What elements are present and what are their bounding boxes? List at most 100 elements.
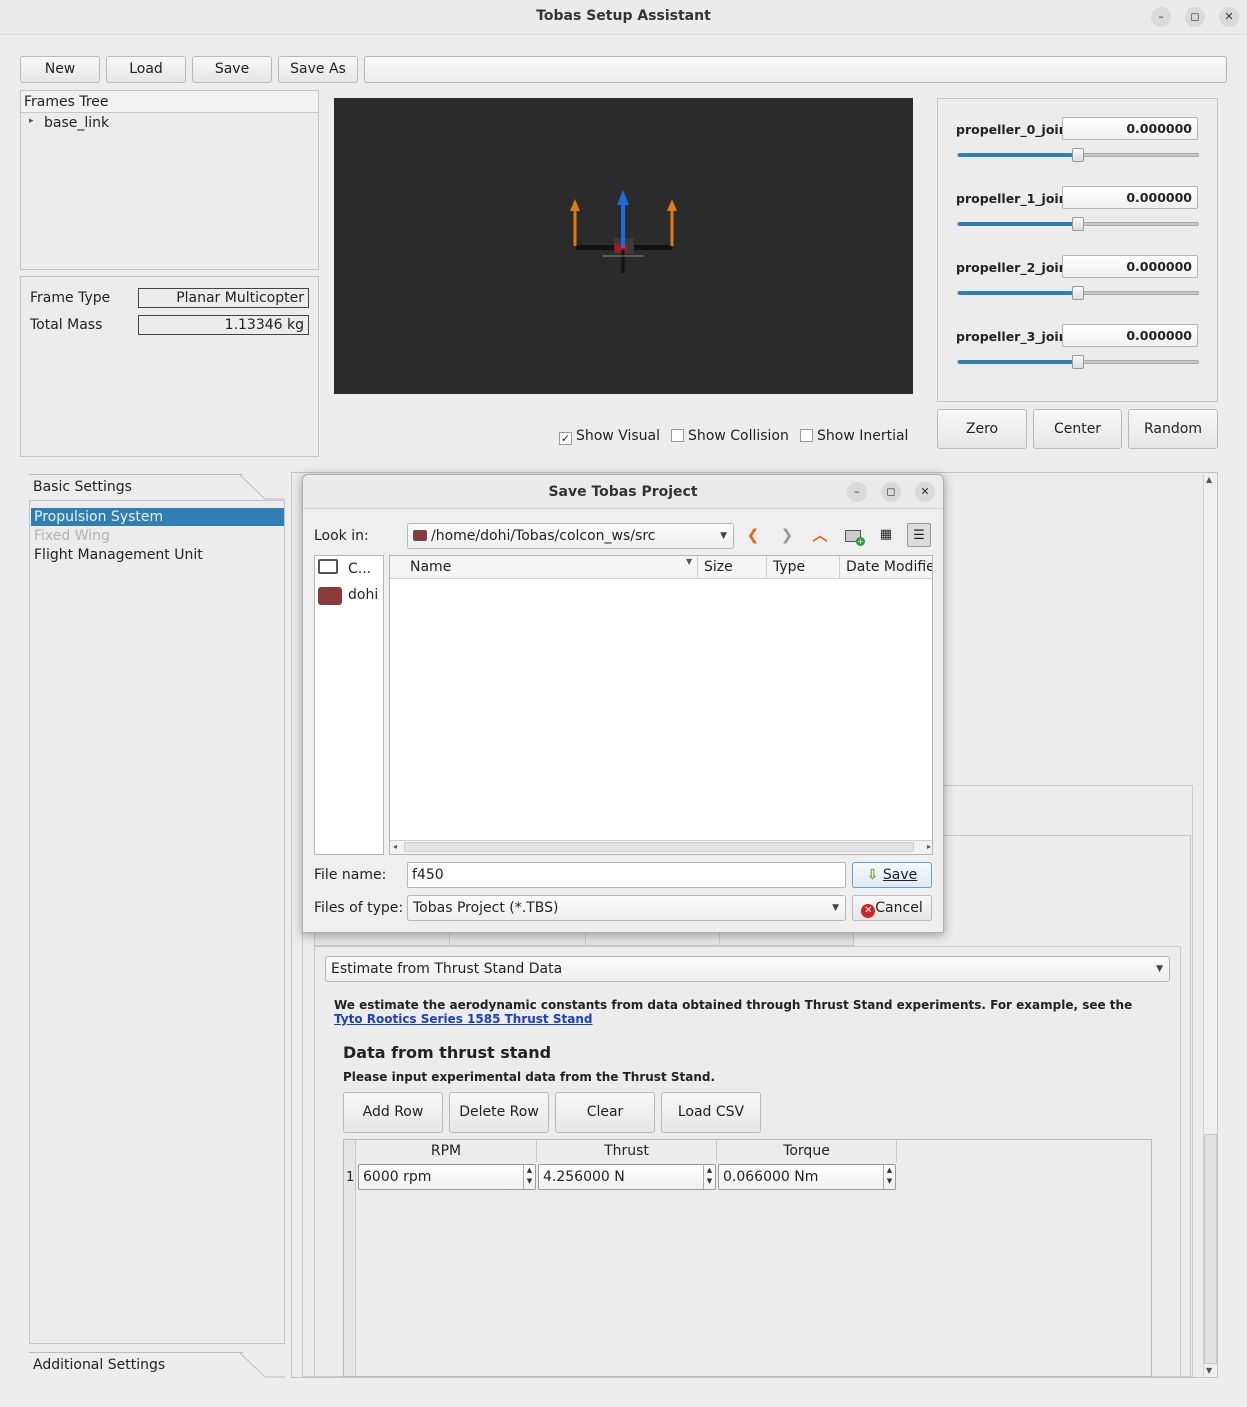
dialog-save-button[interactable]: ⇩ Save	[852, 862, 932, 888]
show-inertial-checkbox[interactable]: Show Inertial	[800, 428, 908, 444]
joint-value-input[interactable]: 0.000000	[1062, 324, 1198, 347]
joint-value-input[interactable]: 0.000000	[1062, 117, 1198, 140]
joint-sliders-panel: propeller_0_joint 0.000000 propeller_1_j…	[937, 98, 1218, 402]
load-button[interactable]: Load	[106, 56, 186, 83]
add-row-button[interactable]: Add Row	[343, 1092, 443, 1133]
place-dohi[interactable]: dohi	[348, 587, 378, 603]
robot-3d-viewport[interactable]	[334, 98, 913, 394]
computer-icon	[318, 559, 338, 574]
minimize-icon[interactable]: –	[1151, 7, 1171, 27]
cancel-icon: ✕	[861, 904, 876, 918]
close-icon[interactable]: ✕	[1219, 7, 1239, 27]
detail-view-icon[interactable]: ☰	[907, 523, 931, 547]
additional-settings-tab[interactable]: Additional Settings	[29, 1352, 243, 1378]
joint-value-input[interactable]: 0.000000	[1062, 255, 1198, 278]
chevron-down-icon: ▼	[720, 531, 727, 541]
frame-type-label: Frame Type	[30, 290, 111, 306]
center-button[interactable]: Center	[1033, 409, 1122, 449]
show-visual-checkbox[interactable]: ✓ Show Visual	[559, 428, 660, 445]
slider-handle[interactable]	[1072, 217, 1084, 231]
list-item-propulsion-system[interactable]: Propulsion System	[31, 508, 284, 526]
section-subtitle: Please input experimental data from the …	[343, 1070, 716, 1084]
tree-item-base-link[interactable]: base_link	[44, 115, 109, 131]
project-path-field[interactable]	[364, 56, 1227, 83]
total-mass-label: Total Mass	[30, 317, 103, 333]
spin-arrows-icon[interactable]: ▲ ▼	[883, 1165, 895, 1189]
content-scrollbar[interactable]: ▲ ▼	[1203, 474, 1217, 1377]
list-item-flight-management-unit[interactable]: Flight Management Unit	[34, 547, 203, 563]
folder-icon	[413, 530, 427, 541]
basic-settings-tab[interactable]: Basic Settings	[29, 474, 243, 500]
save-as-button[interactable]: Save As	[278, 56, 358, 83]
places-sidebar: C... dohi	[314, 555, 384, 855]
delete-row-button[interactable]: Delete Row	[449, 1092, 549, 1133]
estimate-method-select[interactable]: Estimate from Thrust Stand Data ▼	[325, 956, 1170, 982]
spin-arrows-icon[interactable]: ▲ ▼	[703, 1165, 715, 1189]
column-header-date-modified[interactable]: Date Modified	[840, 556, 932, 578]
column-header-size[interactable]: Size	[698, 556, 767, 578]
slider-handle[interactable]	[1072, 355, 1084, 369]
frames-tree-panel: Frames Tree ▸ base_link	[20, 90, 319, 270]
save-project-dialog: Save Tobas Project – ◻ ✕ Look in: /home/…	[302, 474, 944, 933]
file-list[interactable]: Name ▼ Size Type Date Modified ◂ ▸	[389, 555, 933, 855]
window-titlebar: Tobas Setup Assistant – ◻ ✕	[0, 0, 1247, 35]
new-folder-icon[interactable]: +	[841, 523, 865, 547]
file-name-input[interactable]: f450	[407, 862, 846, 888]
total-mass-value: 1.13346 kg	[138, 315, 309, 335]
joint-slider[interactable]	[957, 286, 1199, 300]
new-button[interactable]: New	[20, 56, 100, 83]
column-header-name[interactable]: Name	[390, 556, 698, 578]
random-button[interactable]: Random	[1128, 409, 1218, 449]
zero-button[interactable]: Zero	[937, 409, 1027, 449]
column-header-thrust[interactable]: Thrust	[537, 1140, 717, 1162]
frames-tree-header: Frames Tree	[21, 91, 318, 113]
files-of-type-label: Files of type:	[314, 900, 404, 916]
list-item-fixed-wing: Fixed Wing	[34, 528, 110, 544]
show-collision-checkbox[interactable]: Show Collision	[671, 428, 789, 444]
joint-label: propeller_2_joint	[956, 260, 1074, 275]
dialog-titlebar: Save Tobas Project – ◻ ✕	[303, 475, 943, 509]
maximize-icon[interactable]: ◻	[1185, 7, 1205, 27]
folder-icon	[318, 587, 342, 605]
thrust-cell[interactable]: 4.256000 N ▲ ▼	[538, 1164, 716, 1190]
thrust-data-table: RPM Thrust Torque 1 6000 rpm ▲ ▼ 4.256000 …	[343, 1139, 1152, 1377]
frame-properties-panel: Frame Type Planar Multicopter Total Mass…	[20, 276, 319, 457]
rpm-cell[interactable]: 6000 rpm ▲ ▼	[358, 1164, 536, 1190]
horizontal-scrollbar[interactable]: ◂ ▸	[390, 840, 932, 854]
close-icon[interactable]: ✕	[915, 482, 935, 502]
checkmark-icon: ✓	[559, 432, 572, 445]
spin-arrows-icon[interactable]: ▲ ▼	[523, 1165, 535, 1189]
files-of-type-select[interactable]: Tobas Project (*.TBS) ▼	[407, 895, 846, 921]
dialog-cancel-button[interactable]: ✕ Cancel	[852, 895, 932, 921]
frame-type-value: Planar Multicopter	[138, 288, 309, 308]
thrust-stand-link[interactable]: Tyto Rootics Series 1585 Thrust Stand	[334, 1012, 592, 1026]
place-computer[interactable]: C...	[348, 561, 371, 577]
chevron-down-icon: ▼	[1156, 964, 1163, 974]
load-csv-button[interactable]: Load CSV	[661, 1092, 761, 1133]
expand-arrow-icon[interactable]: ▸	[29, 116, 34, 126]
save-button[interactable]: Save	[192, 56, 272, 83]
joint-slider[interactable]	[957, 217, 1199, 231]
drone-model	[570, 190, 677, 273]
list-view-icon[interactable]: ▦	[874, 523, 898, 547]
joint-slider[interactable]	[957, 355, 1199, 369]
torque-cell[interactable]: 0.066000 Nm ▲ ▼	[718, 1164, 896, 1190]
clear-button[interactable]: Clear	[555, 1092, 655, 1133]
tab-bevel	[240, 1352, 285, 1378]
column-header-type[interactable]: Type	[767, 556, 840, 578]
slider-handle[interactable]	[1072, 148, 1084, 162]
row-index: 1	[346, 1170, 355, 1185]
look-in-label: Look in:	[314, 528, 369, 544]
forward-icon[interactable]: ❯	[775, 523, 799, 547]
look-in-select[interactable]: /home/dohi/Tobas/colcon_ws/src ▼	[407, 523, 734, 549]
column-header-torque[interactable]: Torque	[717, 1140, 897, 1162]
slider-handle[interactable]	[1072, 286, 1084, 300]
column-header-rpm[interactable]: RPM	[356, 1140, 537, 1162]
parent-directory-icon[interactable]: ︿	[808, 523, 832, 547]
maximize-icon[interactable]: ◻	[881, 482, 901, 502]
back-icon[interactable]: ❮	[741, 523, 765, 547]
joint-slider[interactable]	[957, 148, 1199, 162]
joint-label: propeller_1_joint	[956, 191, 1074, 206]
minimize-icon[interactable]: –	[847, 482, 867, 502]
joint-value-input[interactable]: 0.000000	[1062, 186, 1198, 209]
